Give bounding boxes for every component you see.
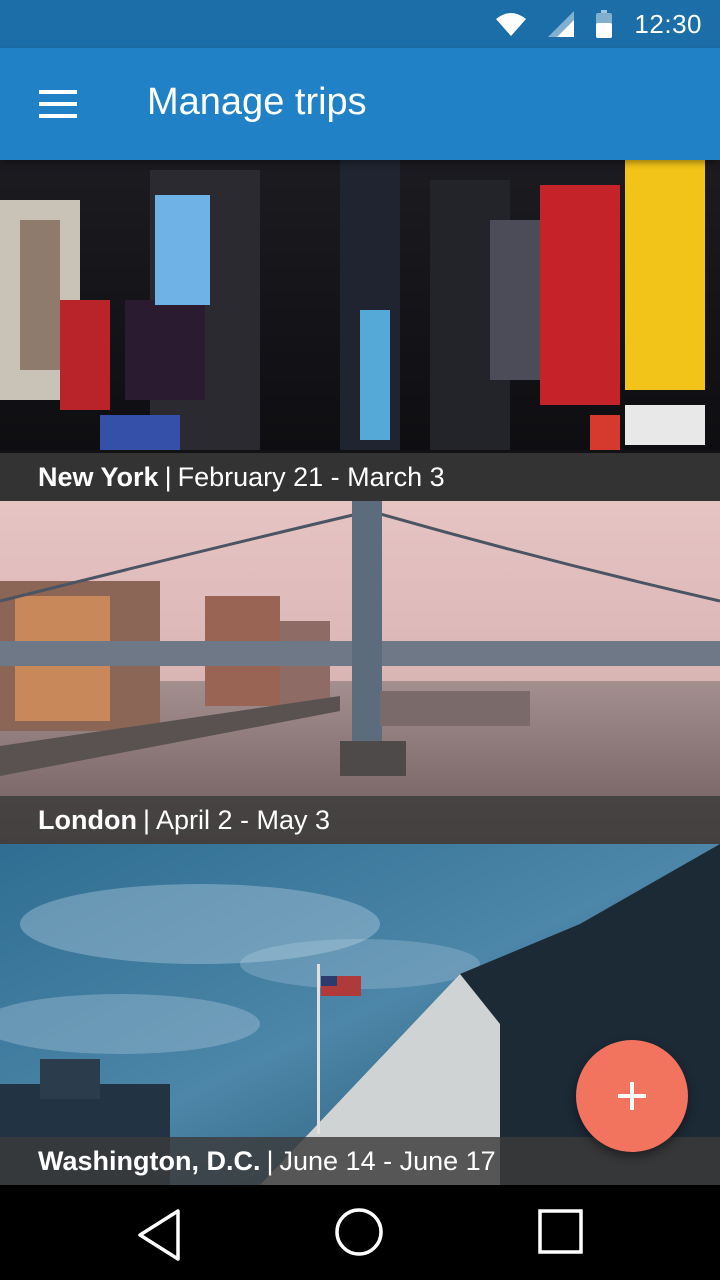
status-time: 12:30 (634, 8, 702, 39)
trip-caption: London | April 2 - May 3 (0, 796, 720, 844)
trip-card-new-york[interactable]: New York | February 21 - March 3 (0, 160, 720, 501)
page-title: Manage trips (147, 81, 367, 123)
trip-dates: June 14 - June 17 (279, 1146, 496, 1176)
battery-icon (596, 10, 613, 38)
add-trip-button[interactable] (576, 1040, 688, 1152)
trip-caption: New York | February 21 - March 3 (0, 453, 720, 501)
wifi-icon (496, 13, 527, 36)
trip-separator: | (142, 805, 150, 835)
trip-separator: | (266, 1146, 274, 1176)
trip-list: New York | February 21 - March 3 London … (0, 160, 720, 1185)
cell-signal-icon (548, 11, 575, 37)
status-bar: 12:30 (0, 0, 720, 48)
london-photo (0, 501, 720, 844)
system-nav-bar (0, 1185, 720, 1280)
plus-icon (618, 1082, 646, 1110)
trip-dates: April 2 - May 3 (155, 805, 331, 835)
trip-city: Washington, D.C. (38, 1146, 261, 1176)
trip-separator: | (164, 462, 172, 492)
trip-city: London (38, 805, 137, 835)
back-icon[interactable] (130, 1205, 190, 1265)
trip-dates: February 21 - March 3 (177, 462, 445, 492)
trip-city: New York (38, 462, 159, 492)
recents-icon[interactable] (532, 1205, 592, 1265)
home-icon[interactable] (330, 1205, 390, 1265)
app-bar: Manage trips (0, 48, 720, 160)
trip-card-london[interactable]: London | April 2 - May 3 (0, 501, 720, 844)
new-york-photo (0, 160, 720, 501)
menu-icon[interactable] (28, 78, 88, 130)
